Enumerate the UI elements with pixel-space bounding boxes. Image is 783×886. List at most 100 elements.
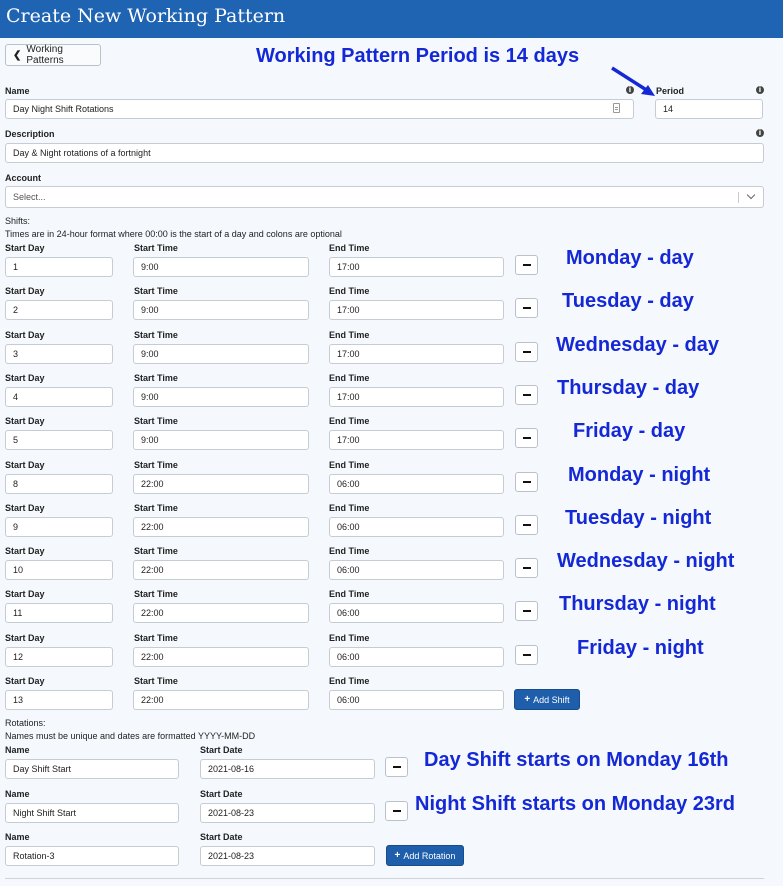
shift-annotation: Thursday - day — [557, 377, 700, 399]
start-time-label: Start Time — [134, 676, 178, 686]
rotation-start-date-label: Start Date — [200, 832, 243, 842]
shift-start-time-input[interactable]: 22:00 — [133, 560, 309, 580]
shift-end-time-input[interactable]: 06:00 — [329, 517, 504, 537]
account-select[interactable]: Select... — [5, 186, 764, 208]
shift-start-day-input[interactable]: 1 — [5, 257, 113, 277]
remove-shift-button[interactable] — [515, 558, 538, 578]
shift-end-time-input[interactable]: 06:00 — [329, 474, 504, 494]
shift-end-time-input[interactable]: 17:00 — [329, 387, 504, 407]
end-time-label: End Time — [329, 589, 370, 599]
start-time-label: Start Time — [134, 416, 178, 426]
rotation-start-date-input[interactable]: 2021-08-23 — [200, 803, 375, 823]
page-header: Create New Working Pattern — [0, 0, 783, 38]
shift-annotation: Thursday - night — [559, 593, 716, 615]
shifts-heading: Shifts: — [5, 216, 31, 226]
rotation-name-label: Name — [5, 832, 30, 842]
shift-annotation: Monday - night — [568, 464, 711, 486]
end-time-label: End Time — [329, 243, 370, 253]
shift-start-day-input[interactable]: 8 — [5, 474, 113, 494]
minus-icon — [522, 351, 531, 353]
remove-shift-button[interactable] — [515, 342, 538, 362]
rotation-start-date-input[interactable]: 2021-08-16 — [200, 759, 375, 779]
plus-icon: + — [524, 694, 531, 705]
shift-start-day-input[interactable]: 3 — [5, 344, 113, 364]
add-shift-button[interactable]: + Add Shift — [514, 689, 580, 710]
shift-start-day-input[interactable]: 13 — [5, 690, 113, 710]
plus-icon: + — [394, 850, 401, 861]
remove-shift-button[interactable] — [515, 601, 538, 621]
shift-start-time-input[interactable]: 9:00 — [133, 257, 309, 277]
rotation-name-input[interactable]: Night Shift Start — [5, 803, 179, 823]
minus-icon — [522, 394, 531, 396]
remove-shift-button[interactable] — [515, 645, 538, 665]
shift-end-time-input[interactable]: 06:00 — [329, 560, 504, 580]
remove-rotation-button[interactable] — [385, 801, 408, 821]
start-time-label: Start Time — [134, 546, 178, 556]
shift-start-day-input[interactable]: 2 — [5, 300, 113, 320]
shift-annotation: Tuesday - night — [565, 507, 712, 529]
shift-start-time-input[interactable]: 22:00 — [133, 647, 309, 667]
start-day-label: Start Day — [5, 546, 45, 556]
clipboard-icon — [613, 103, 620, 113]
start-time-label: Start Time — [134, 503, 178, 513]
remove-shift-button[interactable] — [515, 428, 538, 448]
shift-start-time-input[interactable]: 22:00 — [133, 474, 309, 494]
start-day-label: Start Day — [5, 633, 45, 643]
start-day-label: Start Day — [5, 416, 45, 426]
minus-icon — [522, 481, 531, 483]
account-label: Account — [5, 173, 41, 183]
rotation-start-date-input[interactable]: 2021-08-23 — [200, 846, 375, 866]
end-time-label: End Time — [329, 330, 370, 340]
description-input[interactable]: Day & Night rotations of a fortnight — [5, 143, 764, 163]
shift-annotation: Friday - night — [577, 637, 704, 659]
shift-annotation: Tuesday - day — [562, 290, 694, 312]
minus-icon — [522, 437, 531, 439]
period-input[interactable]: 14 — [655, 99, 763, 119]
remove-shift-button[interactable] — [515, 385, 538, 405]
shift-start-day-input[interactable]: 10 — [5, 560, 113, 580]
shift-start-time-input[interactable]: 9:00 — [133, 344, 309, 364]
shift-end-time-input[interactable]: 17:00 — [329, 257, 504, 277]
shift-start-time-input[interactable]: 9:00 — [133, 387, 309, 407]
add-shift-label: Add Shift — [533, 694, 570, 705]
rotation-annotation: Day Shift starts on Monday 16th — [424, 749, 729, 771]
shift-start-day-input[interactable]: 9 — [5, 517, 113, 537]
rotation-name-input[interactable]: Rotation-3 — [5, 846, 179, 866]
remove-shift-button[interactable] — [515, 298, 538, 318]
shift-end-time-input[interactable]: 06:00 — [329, 647, 504, 667]
shift-end-time-input[interactable]: 17:00 — [329, 430, 504, 450]
description-label: Description — [5, 129, 55, 139]
minus-icon — [522, 610, 531, 612]
shift-annotation: Monday - day — [566, 247, 694, 269]
shift-start-day-input[interactable]: 5 — [5, 430, 113, 450]
end-time-label: End Time — [329, 503, 370, 513]
shift-start-day-input[interactable]: 11 — [5, 603, 113, 623]
shift-end-time-input[interactable]: 17:00 — [329, 300, 504, 320]
shift-end-time-input[interactable]: 17:00 — [329, 344, 504, 364]
remove-shift-button[interactable] — [515, 515, 538, 535]
select-separator — [738, 192, 739, 203]
back-to-working-patterns-button[interactable]: ❮ Working Patterns — [5, 44, 101, 66]
minus-icon — [522, 264, 531, 266]
end-time-label: End Time — [329, 676, 370, 686]
add-rotation-button[interactable]: + Add Rotation — [386, 845, 464, 866]
start-time-label: Start Time — [134, 633, 178, 643]
remove-rotation-button[interactable] — [385, 757, 408, 777]
shift-start-time-input[interactable]: 22:00 — [133, 690, 309, 710]
shift-start-time-input[interactable]: 9:00 — [133, 430, 309, 450]
page-title: Create New Working Pattern — [6, 5, 286, 27]
shift-start-time-input[interactable]: 9:00 — [133, 300, 309, 320]
shift-start-time-input[interactable]: 22:00 — [133, 517, 309, 537]
shift-annotation: Friday - day — [573, 420, 686, 442]
shift-end-time-input[interactable]: 06:00 — [329, 690, 504, 710]
info-icon: i — [756, 86, 764, 94]
add-rotation-label: Add Rotation — [403, 850, 456, 861]
shift-end-time-input[interactable]: 06:00 — [329, 603, 504, 623]
rotation-name-input[interactable]: Day Shift Start — [5, 759, 179, 779]
name-input[interactable]: Day Night Shift Rotations — [5, 99, 634, 119]
shift-start-day-input[interactable]: 4 — [5, 387, 113, 407]
remove-shift-button[interactable] — [515, 255, 538, 275]
shift-start-day-input[interactable]: 12 — [5, 647, 113, 667]
shift-start-time-input[interactable]: 22:00 — [133, 603, 309, 623]
remove-shift-button[interactable] — [515, 472, 538, 492]
